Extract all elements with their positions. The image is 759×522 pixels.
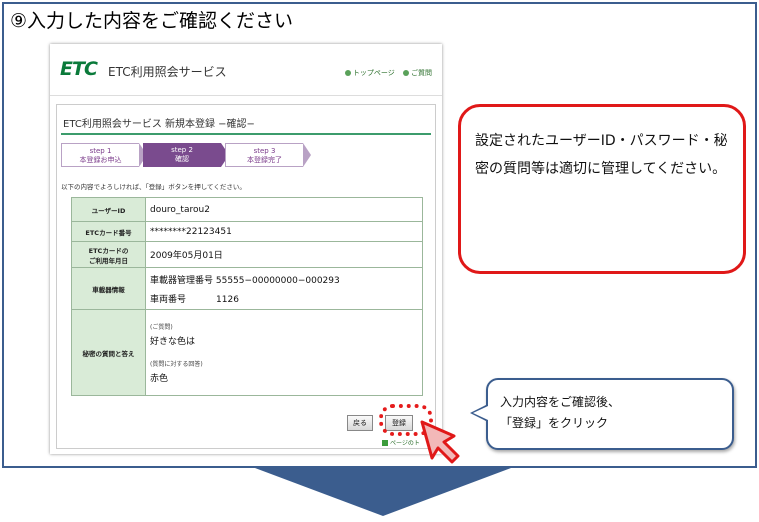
confirm-table: ユーザーID douro_tarou2 ETCカード番号 ********221… bbox=[71, 197, 423, 396]
step-1: step 1 本登録お申込 bbox=[61, 143, 139, 167]
page-top-link[interactable]: ページのト bbox=[382, 438, 420, 447]
card-number-label: ETCカード番号 bbox=[71, 221, 146, 242]
form-title: ETC利用照会サービス 新規本登録 −確認− bbox=[61, 115, 431, 135]
confirm-card: ETC利用照会サービス 新規本登録 −確認− step 1 本登録お申込 step… bbox=[56, 104, 436, 449]
service-name: ETC利用照会サービス bbox=[108, 65, 227, 79]
start-date-label: ETCカードの ご利用年月日 bbox=[71, 241, 146, 268]
user-id-label: ユーザーID bbox=[71, 197, 146, 222]
user-id-value: douro_tarou2 bbox=[145, 197, 423, 222]
next-arrow-icon bbox=[255, 468, 511, 516]
card-number-value: ********22123451 bbox=[145, 221, 423, 242]
top-page-link[interactable]: トップページ bbox=[344, 69, 395, 77]
etc-logo: ETC bbox=[60, 58, 98, 80]
plus-icon bbox=[382, 440, 388, 446]
instruction-text: 以下の内容でよろしければ、「登録」ボタンを押してください。 bbox=[61, 183, 246, 191]
secret-question-label: 秘密の質問と答え bbox=[71, 309, 146, 396]
header-links: トップページ ご質問 bbox=[339, 68, 432, 78]
pointer-arrow-icon bbox=[420, 420, 460, 464]
back-button[interactable]: 戻る bbox=[347, 415, 373, 431]
bullet-icon bbox=[344, 70, 351, 76]
table-row: ETCカードの ご利用年月日 2009年05月01日 bbox=[71, 241, 423, 268]
vehicle-value: 車載器管理番号 55555−00000000−000293 車両番号 1126 bbox=[145, 267, 423, 310]
step-3: step 3 本登録完了 bbox=[225, 143, 303, 167]
table-row: ユーザーID douro_tarou2 bbox=[71, 197, 423, 222]
table-row: ETCカード番号 ********22123451 bbox=[71, 221, 423, 242]
table-row: 車載器情報 車載器管理番号 55555−00000000−000293 車両番号… bbox=[71, 267, 423, 310]
management-notice: 設定されたユーザーID・パスワード・秘密の質問等は適切に管理してください。 bbox=[458, 104, 746, 274]
faq-link[interactable]: ご質問 bbox=[403, 69, 432, 77]
chevron-icon bbox=[303, 143, 311, 167]
bullet-icon bbox=[403, 70, 409, 76]
page-title: ⑨入力した内容をご確認ください bbox=[10, 10, 294, 32]
site-header: ETC ETC利用照会サービス トップページ ご質問 bbox=[50, 44, 442, 96]
step-indicator: step 1 本登録お申込 step 2 確認 step 3 本登録完了 bbox=[61, 143, 321, 173]
table-row: 秘密の質問と答え (ご質問) 好きな色は (質問に対する回答) 赤色 bbox=[71, 309, 423, 396]
action-callout: 入力内容をご確認後、 「登録」をクリック bbox=[486, 378, 734, 450]
vehicle-label: 車載器情報 bbox=[71, 267, 146, 310]
secret-question-value: (ご質問) 好きな色は (質問に対する回答) 赤色 bbox=[145, 309, 423, 396]
start-date-value: 2009年05月01日 bbox=[145, 241, 423, 268]
step-2-active: step 2 確認 bbox=[143, 143, 221, 167]
callout-tail-inner bbox=[473, 406, 488, 420]
screenshot-panel: ETC ETC利用照会サービス トップページ ご質問 ETC利用照会サービス 新… bbox=[50, 44, 442, 454]
